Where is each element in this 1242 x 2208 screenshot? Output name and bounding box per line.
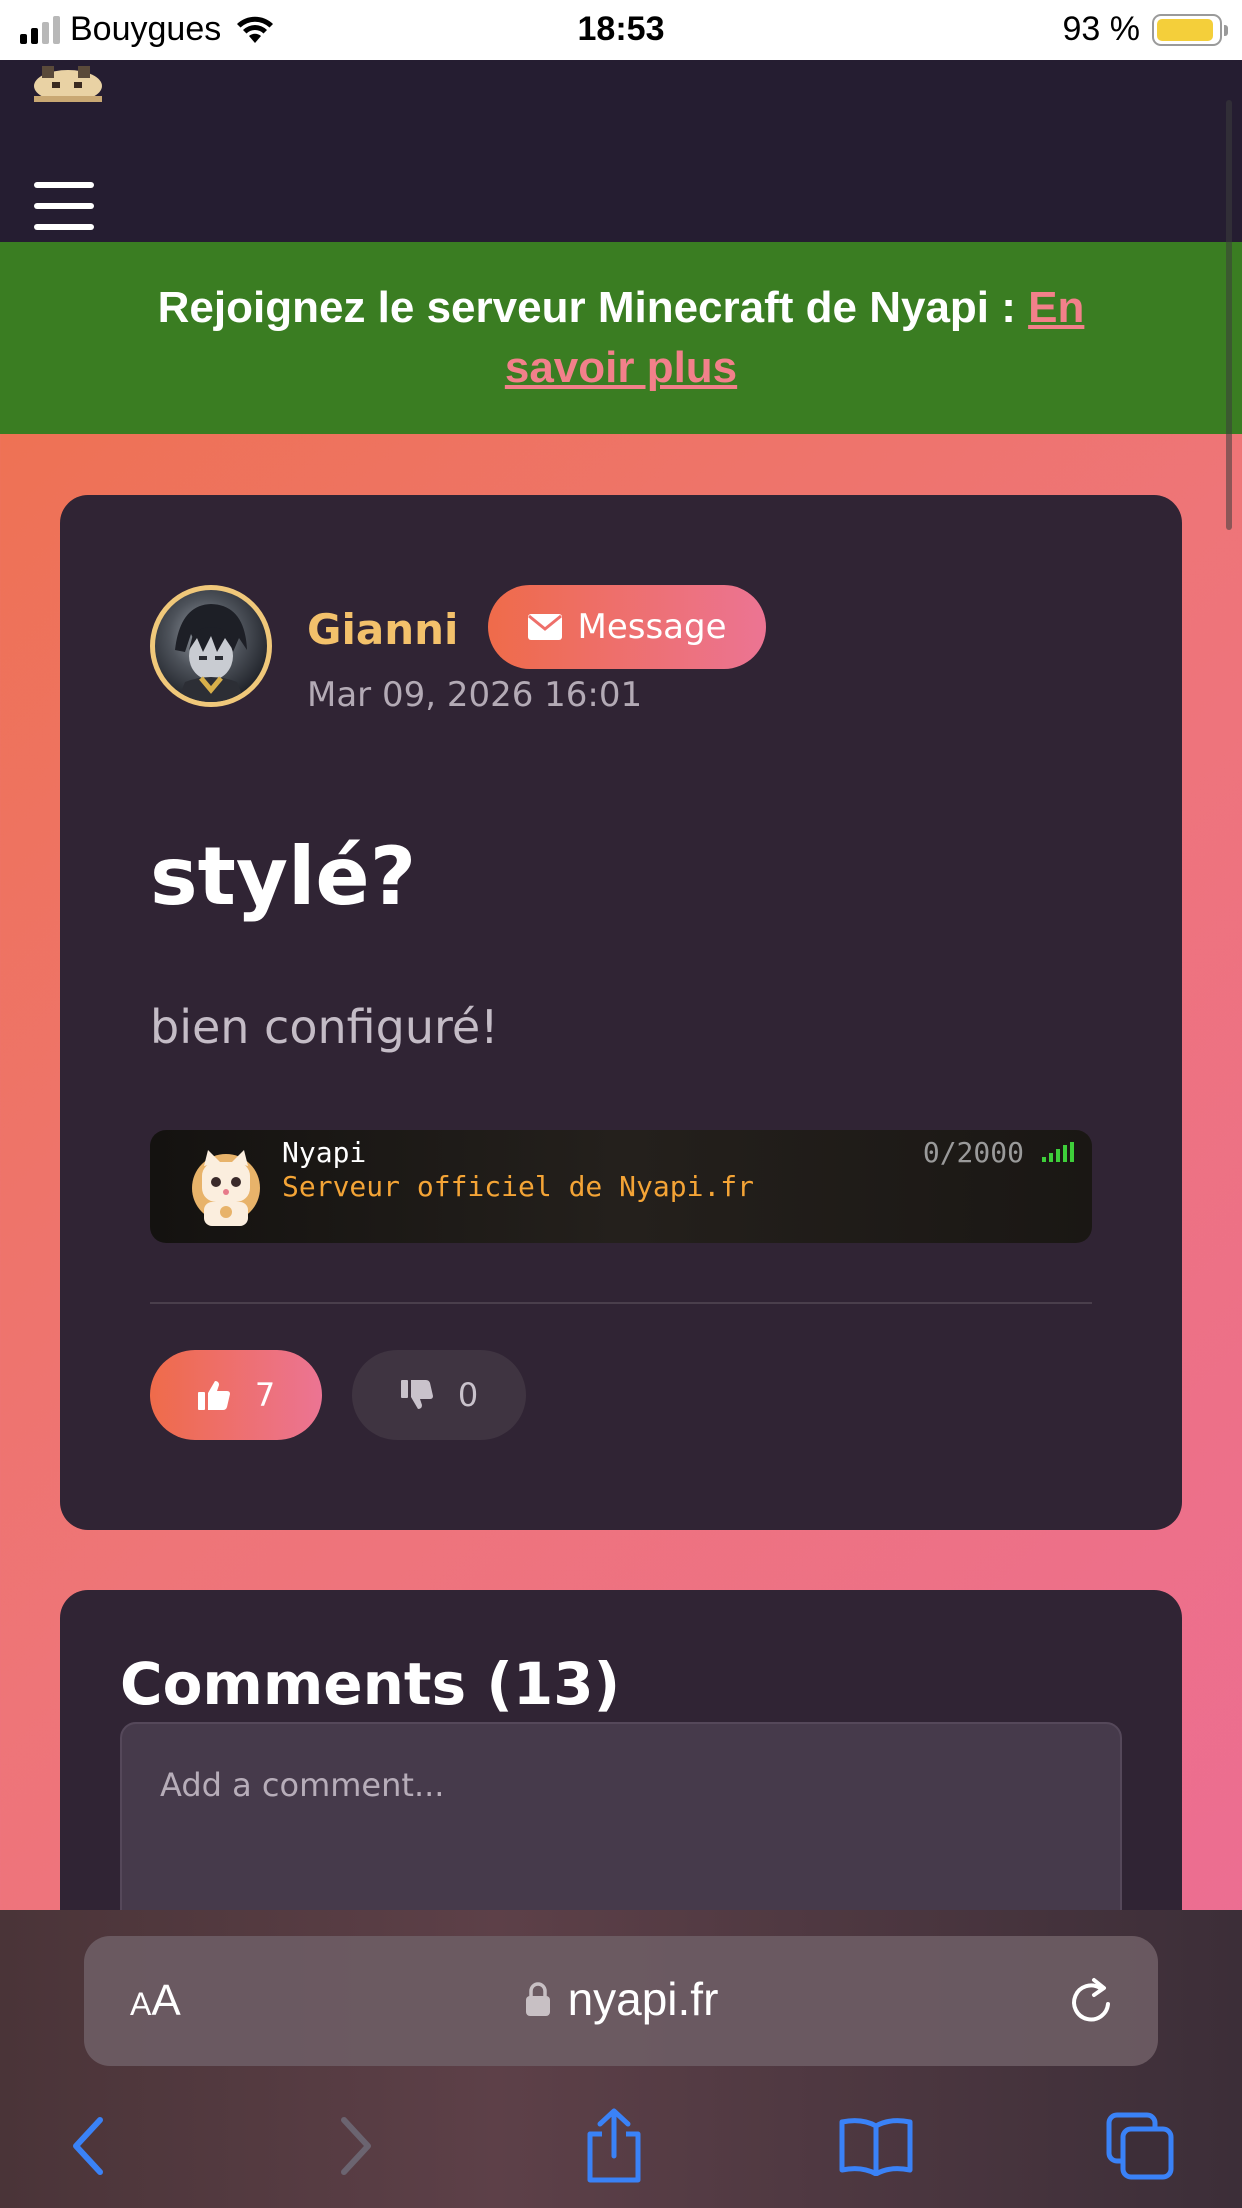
- envelope-icon: [528, 614, 563, 640]
- thumbs-up-icon: [197, 1381, 230, 1410]
- comments-title: Comments (13): [120, 1650, 621, 1718]
- cat-logo-icon[interactable]: [30, 60, 106, 104]
- server-name: Nyapi: [282, 1136, 367, 1169]
- battery-level: [1157, 18, 1213, 41]
- server-player-count: 0/2000: [922, 1136, 1024, 1169]
- url-display[interactable]: nyapi.fr: [84, 1972, 1158, 2026]
- hamburger-menu-icon[interactable]: [34, 178, 94, 234]
- author-name[interactable]: Gianni: [307, 605, 458, 654]
- thumbs-down-icon: [400, 1380, 433, 1409]
- share-button[interactable]: [574, 2106, 654, 2186]
- divider: [150, 1302, 1092, 1304]
- battery-icon: [1152, 13, 1228, 46]
- banner-text: Rejoignez le serveur Minecraft de Nyapi …: [157, 283, 1029, 332]
- cat-server-icon: [192, 1150, 260, 1226]
- chevron-left-icon: [73, 2117, 103, 2175]
- author-avatar[interactable]: [150, 585, 272, 707]
- avatar-image: [175, 604, 247, 702]
- server-motd: Serveur officiel de Nyapi.fr: [282, 1170, 755, 1203]
- minecraft-server-banner: Rejoignez le serveur Minecraft de Nyapi …: [0, 242, 1242, 434]
- message-button[interactable]: Message: [488, 585, 766, 669]
- dislike-button[interactable]: 0: [352, 1350, 526, 1440]
- post-body: bien configuré!: [150, 1000, 499, 1054]
- page-scrollbar[interactable]: [1226, 100, 1232, 530]
- server-ping-icon: [1042, 1142, 1074, 1162]
- like-count: 7: [254, 1376, 276, 1414]
- status-bar: Bouygues 18:53 93 %: [0, 0, 1242, 60]
- message-button-label: Message: [577, 607, 727, 647]
- url-text: nyapi.fr: [567, 1973, 719, 2025]
- status-bar-time: 18:53: [577, 10, 665, 48]
- status-bar-right: 93 %: [1062, 10, 1228, 49]
- dislike-count: 0: [457, 1376, 479, 1414]
- lock-icon: [525, 1982, 550, 2016]
- chevron-right-icon: [341, 2117, 371, 2175]
- minecraft-server-widget[interactable]: Nyapi Serveur officiel de Nyapi.fr 0/200…: [150, 1130, 1092, 1243]
- tabs-button[interactable]: [1100, 2106, 1180, 2186]
- post-card: Gianni Message Mar 09, 2026 16:01 stylé?…: [60, 495, 1182, 1530]
- site-navbar: [0, 60, 1242, 242]
- like-button[interactable]: 7: [150, 1350, 322, 1440]
- tabs-icon: [1106, 2112, 1174, 2180]
- bookmarks-button[interactable]: [836, 2106, 916, 2186]
- address-bar[interactable]: AA nyapi.fr: [84, 1936, 1158, 2066]
- safari-toolbar: [0, 2090, 1242, 2200]
- battery-percent: 93 %: [1062, 10, 1141, 48]
- back-button[interactable]: [48, 2106, 128, 2186]
- book-icon: [839, 2118, 913, 2176]
- forward-button[interactable]: [316, 2106, 396, 2186]
- share-icon: [587, 2108, 641, 2183]
- safari-bottom-bar: AA nyapi.fr: [0, 1910, 1242, 2208]
- reload-icon[interactable]: [1064, 1974, 1120, 2030]
- post-title: stylé?: [150, 830, 417, 923]
- post-date: Mar 09, 2026 16:01: [307, 675, 643, 715]
